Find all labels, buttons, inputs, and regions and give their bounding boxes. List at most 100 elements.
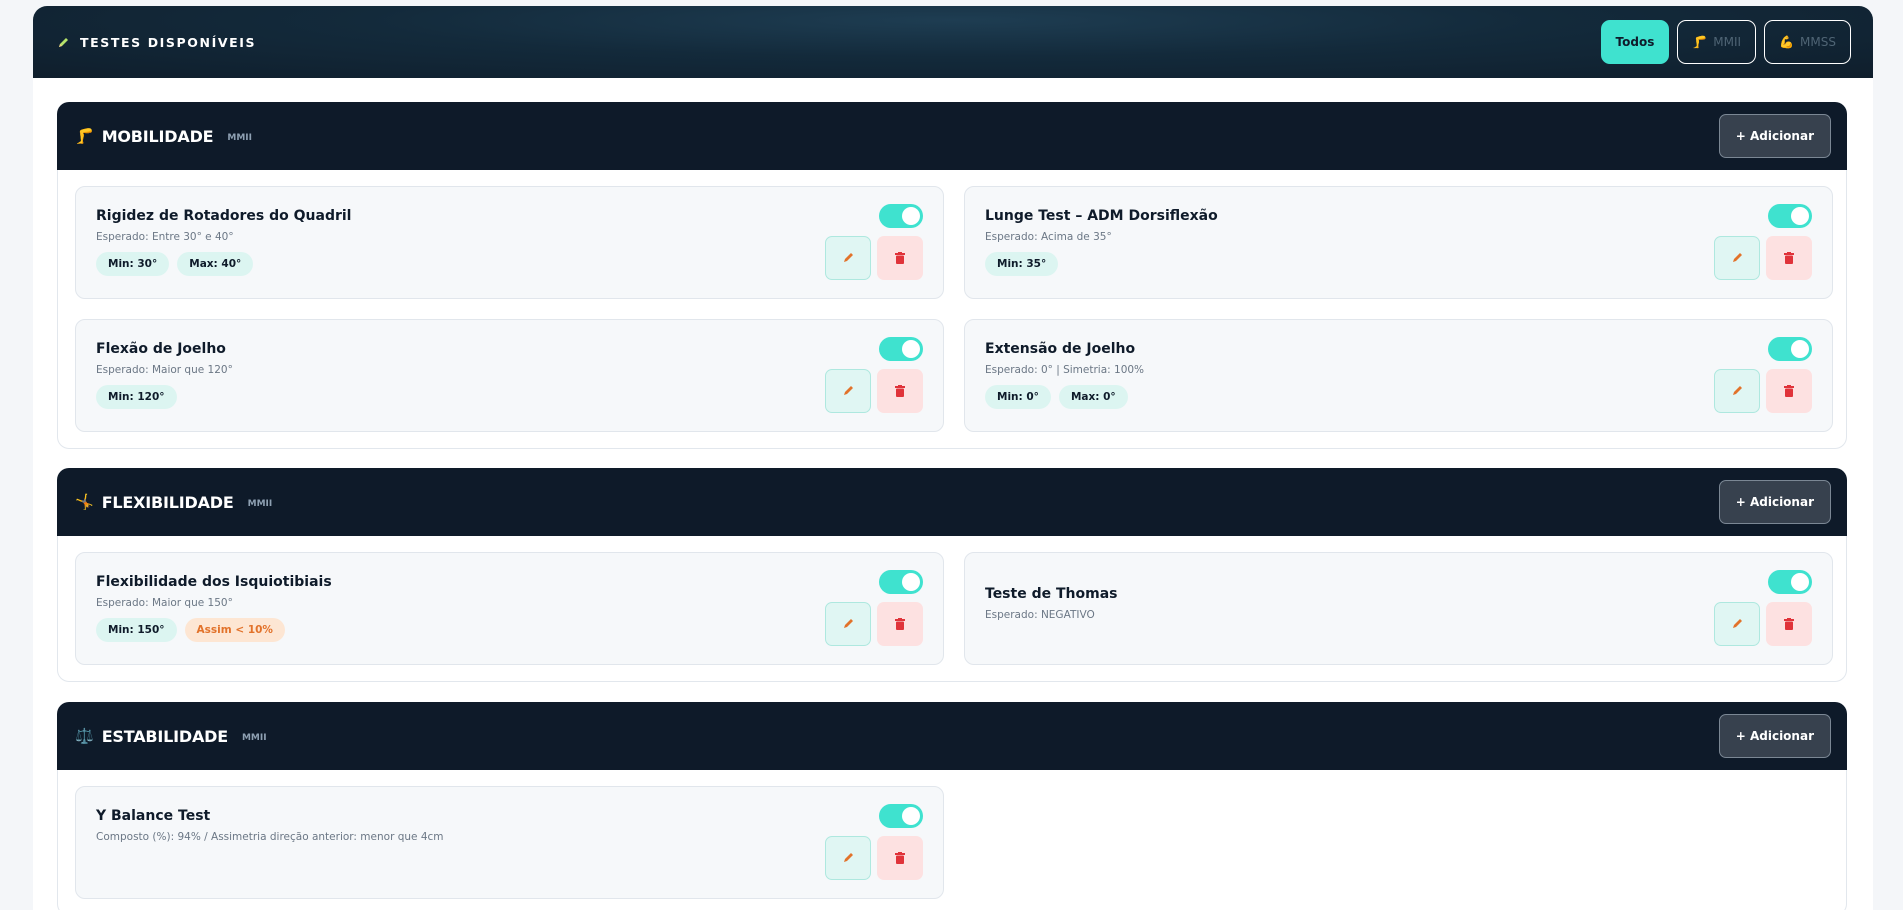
- test-name: Teste de Thomas: [985, 586, 1118, 602]
- section-mobilidade: 🦵 MOBILIDADE MMII + Adicionar Rigidez de…: [57, 102, 1847, 449]
- edit-button[interactable]: [1714, 236, 1760, 280]
- enabled-toggle[interactable]: [879, 804, 923, 828]
- pencil-icon: [1731, 615, 1744, 634]
- max-badge: Max: 0°: [1058, 385, 1128, 409]
- delete-button[interactable]: [1766, 236, 1812, 280]
- leg-icon: 🦵: [1692, 35, 1708, 49]
- pencil-icon: [57, 36, 70, 49]
- trash-icon: [895, 615, 905, 634]
- stretch-icon: 🤸: [75, 493, 94, 511]
- filter-mmii-label: MMII: [1713, 35, 1742, 49]
- filter-mmss-button[interactable]: 💪 MMSS: [1764, 20, 1851, 64]
- delete-button[interactable]: [877, 836, 923, 880]
- add-test-button[interactable]: + Adicionar: [1718, 114, 1831, 158]
- delete-button[interactable]: [877, 369, 923, 413]
- enabled-toggle[interactable]: [879, 337, 923, 361]
- enabled-toggle[interactable]: [879, 204, 923, 228]
- trash-icon: [895, 249, 905, 268]
- enabled-toggle[interactable]: [1768, 337, 1812, 361]
- trash-icon: [895, 382, 905, 401]
- min-badge: Min: 0°: [985, 385, 1051, 409]
- leg-icon: 🦵: [75, 127, 94, 145]
- tests-panel: TESTES DISPONÍVEIS Todos 🦵 MMII 💪 MMSS 🦵…: [33, 6, 1873, 910]
- test-name: Y Balance Test: [96, 808, 211, 824]
- trash-icon: [1784, 382, 1794, 401]
- test-expected: Esperado: Entre 30° e 40°: [96, 231, 234, 243]
- section-tag: MMII: [227, 132, 252, 143]
- test-expected: Esperado: 0° | Simetria: 100%: [985, 364, 1145, 376]
- add-test-button[interactable]: + Adicionar: [1718, 480, 1831, 524]
- test-expected: Esperado: Acima de 35°: [985, 231, 1112, 243]
- test-name: Rigidez de Rotadores do Quadril: [96, 208, 352, 224]
- edit-button[interactable]: [1714, 602, 1760, 646]
- min-badge: Min: 120°: [96, 385, 177, 409]
- enabled-toggle[interactable]: [879, 570, 923, 594]
- edit-button[interactable]: [825, 236, 871, 280]
- header-title-text: TESTES DISPONÍVEIS: [80, 34, 257, 50]
- filter-todos-label: Todos: [1615, 35, 1655, 49]
- section-cards: Y Balance Test Composto (%): 94% / Assim…: [57, 770, 1847, 910]
- pencil-icon: [842, 382, 855, 401]
- test-card: Flexão de Joelho Esperado: Maior que 120…: [75, 319, 944, 432]
- enabled-toggle[interactable]: [1768, 570, 1812, 594]
- delete-button[interactable]: [877, 236, 923, 280]
- section-header: 🦵 MOBILIDADE MMII + Adicionar: [57, 102, 1847, 170]
- section-estabilidade: ⚖️ ESTABILIDADE MMII + Adicionar Y Balan…: [57, 702, 1847, 910]
- test-card: Teste de Thomas Esperado: NEGATIVO: [964, 552, 1833, 665]
- section-title: 🦵 MOBILIDADE MMII: [75, 127, 252, 146]
- test-card: Extensão de Joelho Esperado: 0° | Simetr…: [964, 319, 1833, 432]
- trash-icon: [895, 849, 905, 868]
- header-title: TESTES DISPONÍVEIS: [57, 35, 256, 50]
- test-expected: Esperado: Maior que 150°: [96, 597, 233, 609]
- section-cards: Flexibilidade dos Isquiotibiais Esperado…: [57, 536, 1847, 682]
- add-test-button[interactable]: + Adicionar: [1718, 714, 1831, 758]
- asymmetry-badge: Assim < 10%: [184, 618, 285, 642]
- pencil-icon: [1731, 249, 1744, 268]
- pencil-icon: [842, 849, 855, 868]
- filter-group: Todos 🦵 MMII 💪 MMSS: [1600, 20, 1851, 64]
- section-cards: Rigidez de Rotadores do Quadril Esperado…: [57, 170, 1847, 449]
- min-badge: Min: 30°: [96, 252, 170, 276]
- test-card: Rigidez de Rotadores do Quadril Esperado…: [75, 186, 944, 299]
- test-card: Lunge Test – ADM Dorsiflexão Esperado: A…: [964, 186, 1833, 299]
- edit-button[interactable]: [825, 602, 871, 646]
- test-name: Extensão de Joelho: [985, 341, 1136, 357]
- filter-todos-button[interactable]: Todos: [1600, 20, 1670, 64]
- test-expected: Esperado: NEGATIVO: [985, 609, 1095, 621]
- section-name: MOBILIDADE: [101, 126, 214, 146]
- delete-button[interactable]: [877, 602, 923, 646]
- edit-button[interactable]: [825, 369, 871, 413]
- pencil-icon: [842, 249, 855, 268]
- edit-button[interactable]: [825, 836, 871, 880]
- test-name: Flexibilidade dos Isquiotibiais: [96, 574, 332, 590]
- section-header: 🤸 FLEXIBILIDADE MMII + Adicionar: [57, 468, 1847, 536]
- test-name: Flexão de Joelho: [96, 341, 226, 357]
- edit-button[interactable]: [1714, 369, 1760, 413]
- pencil-icon: [842, 615, 855, 634]
- header-bar: TESTES DISPONÍVEIS Todos 🦵 MMII 💪 MMSS: [33, 6, 1873, 78]
- section-name: ESTABILIDADE: [101, 726, 228, 746]
- section-header: ⚖️ ESTABILIDADE MMII + Adicionar: [57, 702, 1847, 770]
- section-name: FLEXIBILIDADE: [101, 492, 234, 512]
- min-badge: Min: 35°: [985, 252, 1059, 276]
- delete-button[interactable]: [1766, 369, 1812, 413]
- section-title: ⚖️ ESTABILIDADE MMII: [75, 727, 267, 746]
- section-flexibilidade: 🤸 FLEXIBILIDADE MMII + Adicionar Flexibi…: [57, 468, 1847, 682]
- test-expected: Esperado: Maior que 120°: [96, 364, 233, 376]
- enabled-toggle[interactable]: [1768, 204, 1812, 228]
- min-badge: Min: 150°: [96, 618, 177, 642]
- filter-mmss-label: MMSS: [1800, 35, 1836, 49]
- max-badge: Max: 40°: [177, 252, 254, 276]
- section-tag: MMII: [247, 498, 273, 509]
- balance-scale-icon: ⚖️: [75, 727, 94, 745]
- test-expected: Composto (%): 94% / Assimetria direção a…: [96, 831, 444, 843]
- section-title: 🤸 FLEXIBILIDADE MMII: [75, 493, 272, 512]
- trash-icon: [1784, 615, 1794, 634]
- test-card: Y Balance Test Composto (%): 94% / Assim…: [75, 786, 944, 899]
- test-card: Flexibilidade dos Isquiotibiais Esperado…: [75, 552, 944, 665]
- biceps-icon: 💪: [1779, 35, 1795, 49]
- pencil-icon: [1731, 382, 1744, 401]
- test-name: Lunge Test – ADM Dorsiflexão: [985, 208, 1218, 224]
- filter-mmii-button[interactable]: 🦵 MMII: [1677, 20, 1757, 64]
- delete-button[interactable]: [1766, 602, 1812, 646]
